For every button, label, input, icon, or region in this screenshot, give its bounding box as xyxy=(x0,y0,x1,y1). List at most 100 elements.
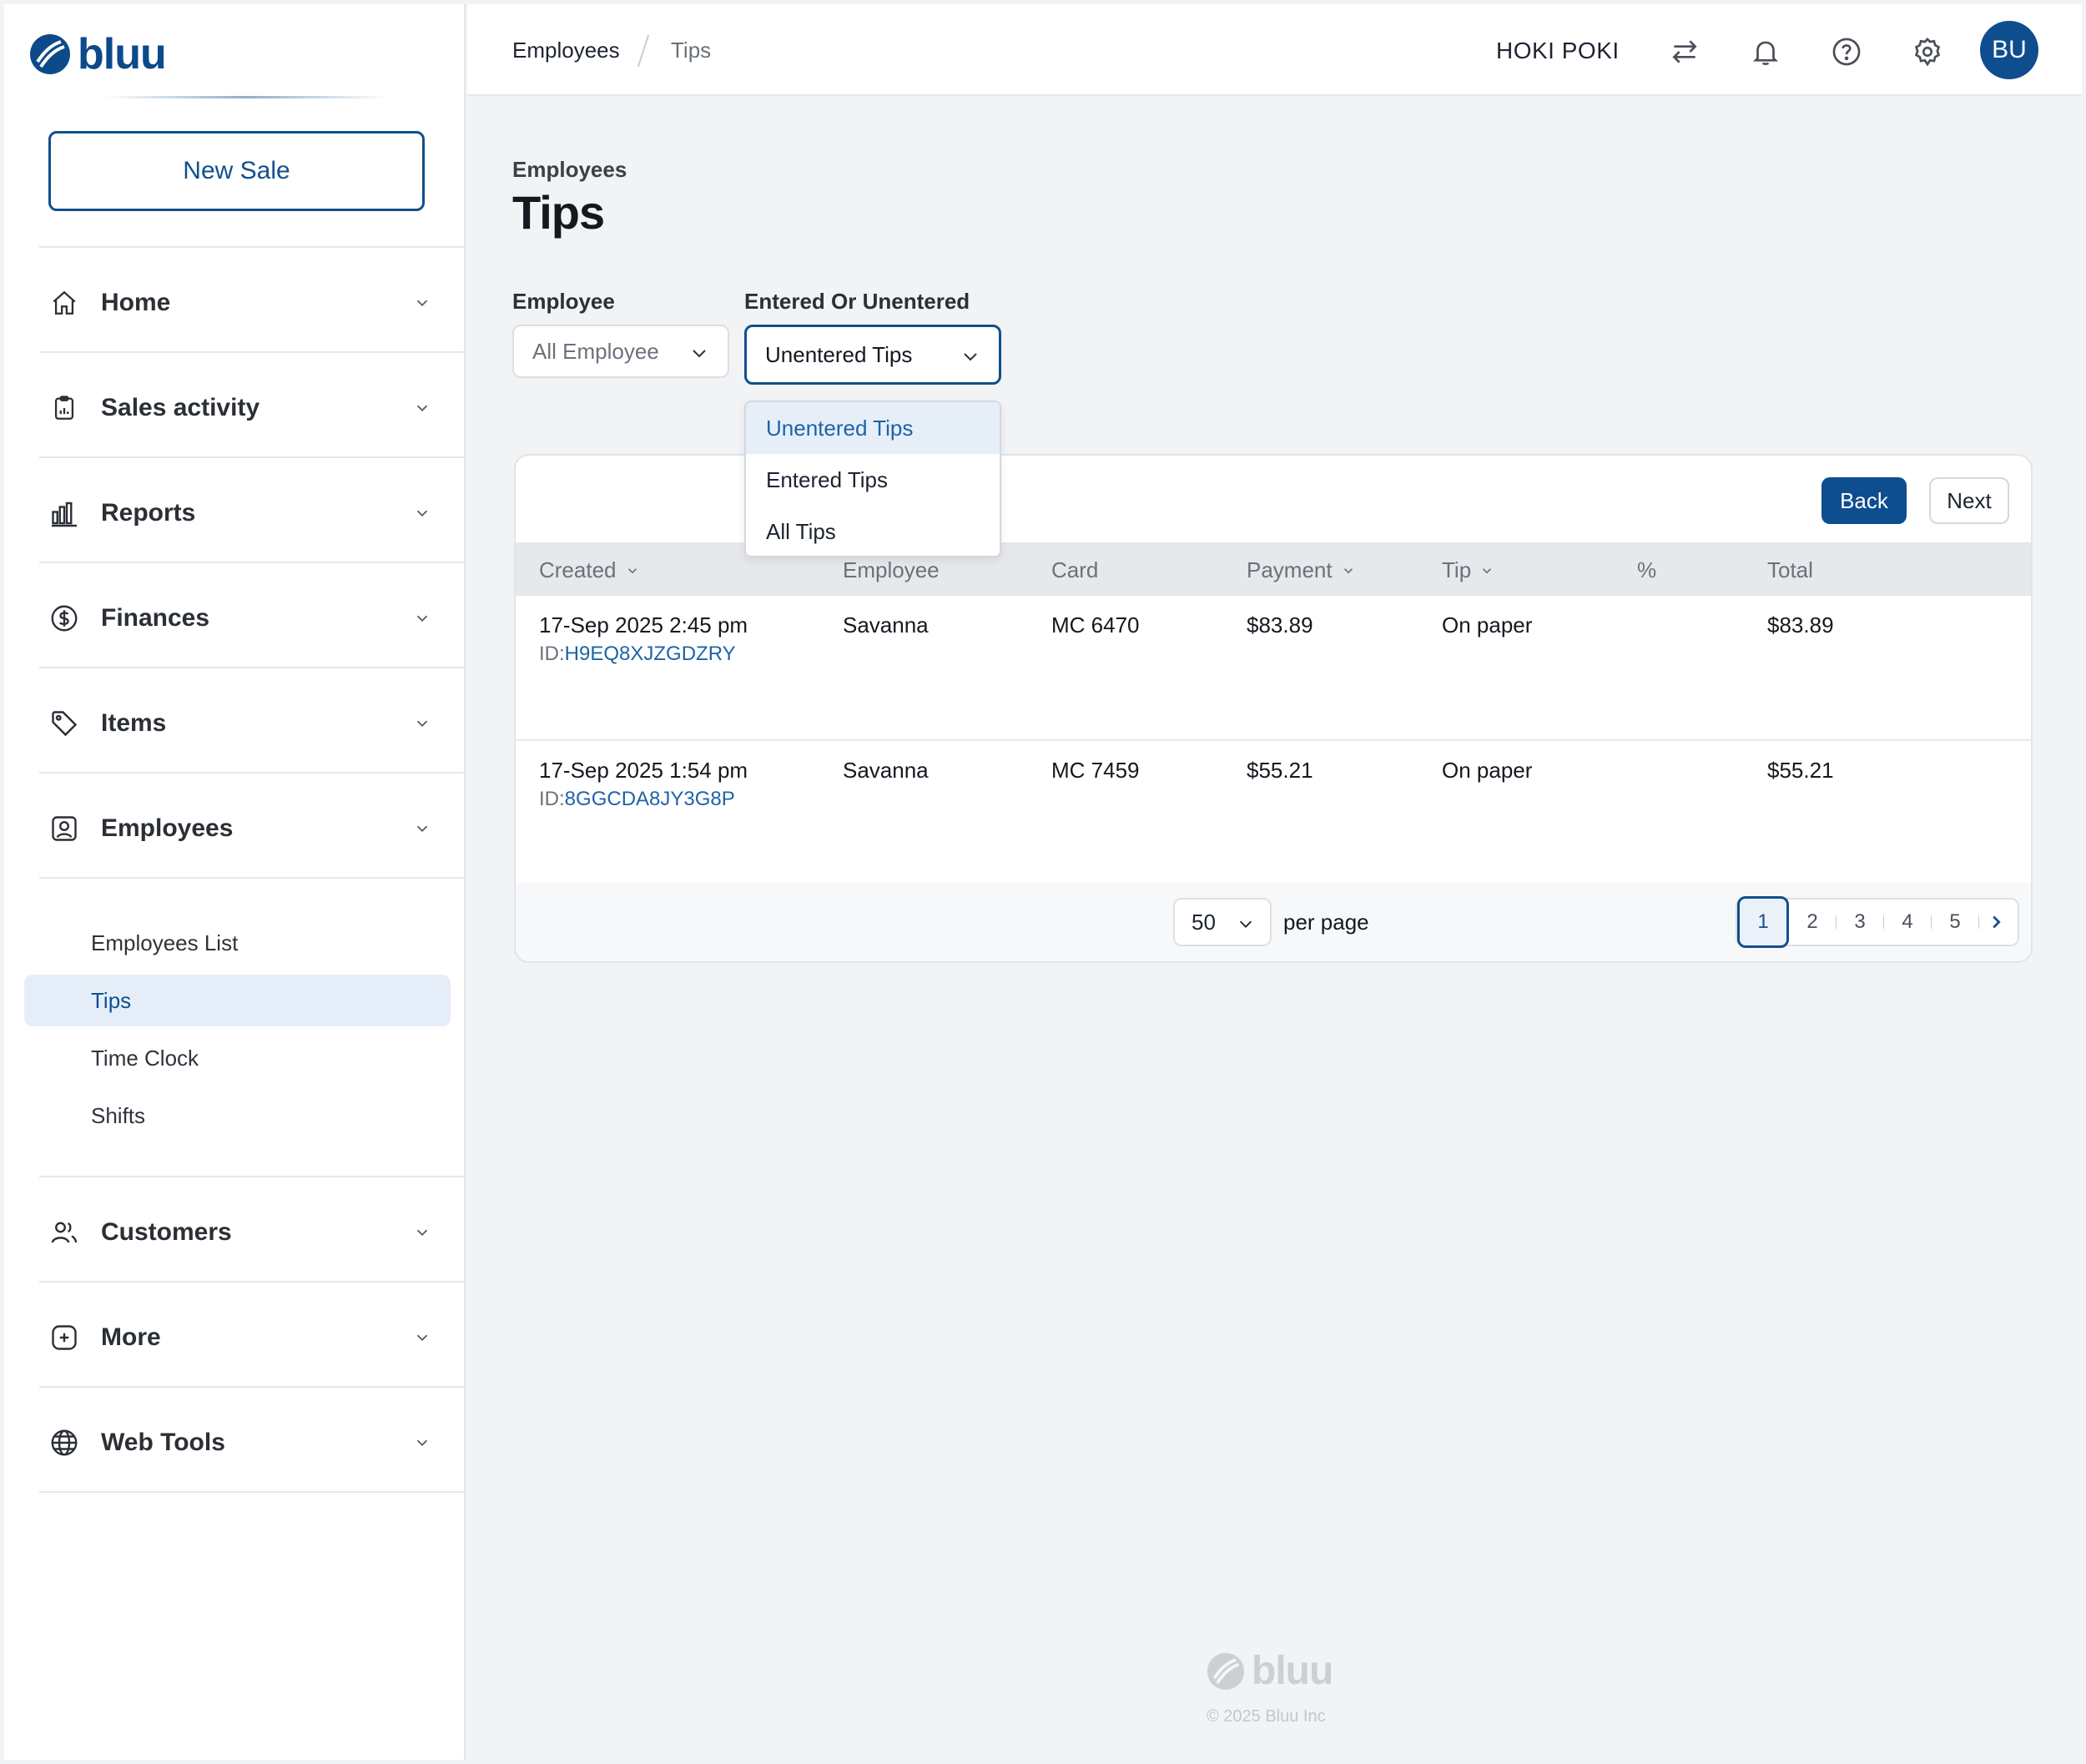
top-bar: Employees Tips HOKI POKI BU xyxy=(467,4,2082,96)
cell-card: MC 7459 xyxy=(1051,758,1140,783)
cell-payment: $83.89 xyxy=(1247,612,1313,638)
nav-label-finances: Finances xyxy=(101,604,210,632)
nav-item-customers[interactable]: Customers xyxy=(39,1199,440,1266)
employee-select[interactable]: All Employee xyxy=(512,325,729,378)
cell-employee: Savanna xyxy=(843,612,929,638)
page-button-3[interactable]: 3 xyxy=(1837,898,1883,946)
nav-item-more[interactable]: More xyxy=(39,1304,440,1371)
column-employee-label: Employee xyxy=(843,557,940,582)
nav-item-sales-activity[interactable]: Sales activity xyxy=(39,375,440,441)
nav-divider xyxy=(39,1386,466,1388)
help-icon[interactable] xyxy=(1831,36,1862,68)
nav-label-reports: Reports xyxy=(101,499,196,527)
column-created[interactable]: Created xyxy=(539,557,640,583)
bell-icon[interactable] xyxy=(1750,36,1781,68)
cell-tip[interactable]: On paper xyxy=(1442,758,1532,784)
entered-select[interactable]: Unentered Tips xyxy=(744,325,1001,385)
per-page-value: 50 xyxy=(1192,909,1216,935)
brand-logo[interactable]: bluu xyxy=(29,29,167,79)
page-button-4[interactable]: 4 xyxy=(1884,898,1931,946)
sub-item-time-clock[interactable]: Time Clock xyxy=(24,1032,451,1084)
sort-chevron-icon xyxy=(1483,567,1492,573)
clipboard-icon xyxy=(48,391,81,425)
column-total: Total xyxy=(1767,557,1813,583)
column-payment[interactable]: Payment xyxy=(1247,557,1356,583)
user-avatar[interactable]: BU xyxy=(1980,21,2038,79)
cell-transaction-id: ID:8GGCDA8JY3G8P xyxy=(539,788,735,811)
swap-icon[interactable] xyxy=(1669,36,1701,68)
chevron-down-icon xyxy=(1239,920,1252,928)
nav-item-reports[interactable]: Reports xyxy=(39,480,440,547)
sub-item-employees-list[interactable]: Employees List xyxy=(24,917,451,969)
chevron-down-icon xyxy=(416,825,428,833)
back-button[interactable]: Back xyxy=(1821,477,1907,524)
nav-divider xyxy=(39,456,466,458)
page-subtitle: Employees xyxy=(512,157,627,182)
nav-divider xyxy=(39,562,466,563)
cell-tip[interactable]: On paper xyxy=(1442,612,1532,638)
page-button-5[interactable]: 5 xyxy=(1932,898,1978,946)
nav-divider xyxy=(39,877,466,879)
footer-brand-name: bluu xyxy=(1252,1649,1333,1693)
bluu-logo-icon xyxy=(30,34,70,74)
sub-item-tips[interactable]: Tips xyxy=(24,975,451,1026)
nav-label-home: Home xyxy=(101,289,171,316)
column-employee: Employee xyxy=(843,557,940,583)
table-row[interactable]: 17-Sep 2025 1:54 pm ID:8GGCDA8JY3G8P Sav… xyxy=(516,741,2031,886)
dropdown-option-entered-tips[interactable]: Entered Tips xyxy=(746,454,1000,506)
table-footer: 50 per page 1 2 3 4 5 xyxy=(516,883,2031,961)
transaction-id-link[interactable]: 8GGCDA8JY3G8P xyxy=(565,788,735,810)
home-icon xyxy=(48,286,81,320)
next-button[interactable]: Next xyxy=(1929,477,2009,524)
cell-total: $83.89 xyxy=(1767,612,1834,638)
nav-item-employees[interactable]: Employees xyxy=(39,795,440,862)
nav-item-web-tools[interactable]: Web Tools xyxy=(39,1409,440,1476)
new-sale-button[interactable]: New Sale xyxy=(48,131,425,211)
cell-payment: $55.21 xyxy=(1247,758,1313,783)
logo-underline xyxy=(104,96,388,98)
chevron-down-icon xyxy=(416,510,428,517)
nav-label-more: More xyxy=(101,1323,161,1351)
breadcrumb-tips: Tips xyxy=(671,38,712,63)
nav-divider xyxy=(39,351,466,353)
column-tip[interactable]: Tip xyxy=(1442,557,1494,583)
column-card: Card xyxy=(1051,557,1098,583)
gear-icon[interactable] xyxy=(1912,36,1943,68)
cell-total: $55.21 xyxy=(1767,758,1834,783)
per-page-label: per page xyxy=(1283,910,1369,935)
copyright-text: © 2025 Bluu Inc xyxy=(1207,1707,1326,1726)
page-button-2[interactable]: 2 xyxy=(1789,898,1836,946)
entered-dropdown-menu: Unentered Tips Entered Tips All Tips xyxy=(744,401,1001,557)
chevron-down-icon xyxy=(964,353,977,361)
nav-item-finances[interactable]: Finances xyxy=(39,585,440,652)
store-name[interactable]: HOKI POKI xyxy=(1496,38,1620,64)
users-icon xyxy=(48,1216,81,1249)
nav-item-items[interactable]: Items xyxy=(39,690,440,757)
employee-filter-label: Employee xyxy=(512,289,615,314)
nav-divider xyxy=(39,246,466,248)
per-page-select[interactable]: 50 xyxy=(1173,898,1272,946)
nav-label-sales-activity: Sales activity xyxy=(101,394,260,421)
nav-item-home[interactable]: Home xyxy=(39,270,440,336)
column-card-label: Card xyxy=(1051,557,1099,582)
page-button-1[interactable]: 1 xyxy=(1737,896,1789,948)
cell-created: 17-Sep 2025 2:45 pm xyxy=(539,612,748,638)
table-row[interactable]: 17-Sep 2025 2:45 pm ID:H9EQ8XJZGDZRY Sav… xyxy=(516,596,2031,741)
cell-created: 17-Sep 2025 1:54 pm xyxy=(539,758,748,783)
nav-divider xyxy=(39,1491,466,1493)
sub-item-shifts[interactable]: Shifts xyxy=(24,1090,451,1142)
footer-logo: bluu xyxy=(1207,1648,1333,1694)
dropdown-option-all-tips[interactable]: All Tips xyxy=(746,506,1000,556)
chevron-down-icon xyxy=(416,720,428,728)
entered-filter-label: Entered Or Unentered xyxy=(744,289,970,314)
page-title: Tips xyxy=(512,186,605,239)
chevron-down-icon xyxy=(416,405,428,412)
dropdown-option-unentered-tips[interactable]: Unentered Tips xyxy=(746,402,1000,454)
transaction-id-link[interactable]: H9EQ8XJZGDZRY xyxy=(565,643,736,665)
breadcrumb-employees[interactable]: Employees xyxy=(512,38,620,63)
column-percent-label: % xyxy=(1637,557,1657,582)
next-page-icon[interactable] xyxy=(1979,898,2013,946)
tips-table-card: Back Next Created Employee Card Payment … xyxy=(514,454,2033,963)
nav-label-web-tools: Web Tools xyxy=(101,1429,225,1456)
nav-divider xyxy=(39,772,466,774)
